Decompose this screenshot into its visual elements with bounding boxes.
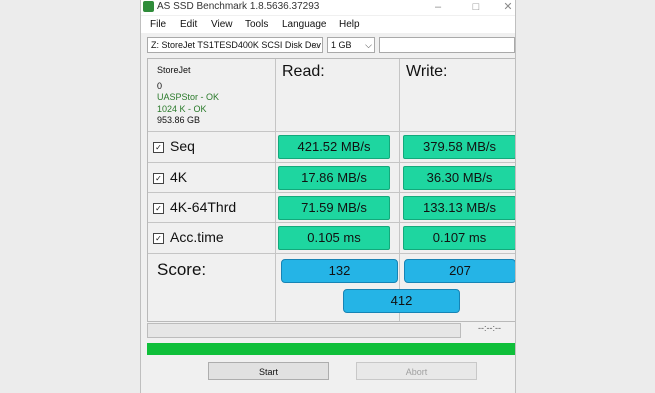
menu-language[interactable]: Language: [282, 18, 327, 31]
menu-view[interactable]: View: [211, 18, 233, 31]
row-acc-time-label: Acc.time: [170, 229, 224, 245]
test-progress-bar: [147, 323, 461, 338]
chevron-down-icon: ⌵: [313, 40, 320, 50]
row-divider: [148, 131, 515, 132]
maximize-button[interactable]: □: [465, 0, 487, 14]
write-score: 207: [404, 259, 515, 283]
checkbox-checked-icon[interactable]: ✓: [153, 173, 164, 184]
row-4k-64thrd-label: 4K-64Thrd: [170, 199, 237, 215]
row-4k-label: 4K: [170, 169, 188, 185]
size-select-value: 1 GB: [331, 40, 352, 50]
size-select[interactable]: 1 GB ⌵: [327, 37, 375, 53]
row-seq[interactable]: ✓ Seq: [153, 138, 195, 154]
menu-help[interactable]: Help: [339, 18, 360, 31]
row-divider: [148, 192, 515, 193]
acc-time-write-value: 0.107 ms: [403, 226, 515, 250]
4k-read-value: 17.86 MB/s: [278, 166, 390, 190]
drive-capacity: 953.86 GB: [157, 115, 201, 125]
seq-write-value: 379.58 MB/s: [403, 135, 515, 159]
alignment-status: 1024 K - OK: [157, 104, 207, 114]
drive-select-value: Z: StoreJet TS1TESD400K SCSI Disk Dev: [151, 40, 321, 50]
overall-progress-bar: [147, 343, 515, 355]
menu-file[interactable]: File: [150, 18, 166, 31]
as-ssd-app-icon: [143, 1, 154, 12]
minimize-button[interactable]: –: [427, 0, 449, 14]
row-seq-label: Seq: [170, 138, 195, 154]
menu-bar: File Edit View Tools Language Help: [141, 16, 515, 33]
4k-write-value: 36.30 MB/s: [403, 166, 515, 190]
screen: { "window": { "title": "AS SSD Benchmark…: [0, 0, 655, 393]
checkbox-checked-icon[interactable]: ✓: [153, 142, 164, 153]
as-ssd-window: AS SSD Benchmark 1.8.5636.37293 – □ ✕ Fi…: [141, 0, 515, 393]
acc-time-read-value: 0.105 ms: [278, 226, 390, 250]
seq-read-value: 421.52 MB/s: [278, 135, 390, 159]
chevron-down-icon: ⌵: [365, 40, 372, 50]
row-divider: [148, 253, 515, 254]
4k-64thrd-write-value: 133.13 MB/s: [403, 196, 515, 220]
elapsed-time: --:--:--: [478, 323, 501, 333]
window-title: AS SSD Benchmark 1.8.5636.37293: [157, 1, 320, 12]
column-divider: [275, 59, 276, 321]
row-4k[interactable]: ✓ 4K: [153, 169, 187, 185]
results-panel: StoreJet 0 UASPStor - OK 1024 K - OK 953…: [147, 58, 515, 322]
menu-tools[interactable]: Tools: [245, 18, 268, 31]
driver-status: UASPStor - OK: [157, 92, 220, 102]
abort-button[interactable]: Abort: [356, 362, 477, 380]
read-column-header: Read:: [282, 63, 325, 80]
write-column-header: Write:: [406, 63, 448, 80]
checkbox-checked-icon[interactable]: ✓: [153, 203, 164, 214]
title-bar: AS SSD Benchmark 1.8.5636.37293 – □ ✕: [141, 0, 515, 15]
menu-edit[interactable]: Edit: [180, 18, 197, 31]
4k-64thrd-read-value: 71.59 MB/s: [278, 196, 390, 220]
overall-progress-fill: [147, 343, 515, 355]
row-acc-time[interactable]: ✓ Acc.time: [153, 229, 224, 245]
toolbar: Z: StoreJet TS1TESD400K SCSI Disk Dev ⌵ …: [141, 34, 515, 56]
drive-select[interactable]: Z: StoreJet TS1TESD400K SCSI Disk Dev ⌵: [147, 37, 323, 53]
drive-name: StoreJet: [157, 65, 191, 75]
checkbox-checked-icon[interactable]: ✓: [153, 233, 164, 244]
row-divider: [148, 162, 515, 163]
path-input[interactable]: [379, 37, 515, 53]
row-divider: [148, 222, 515, 223]
read-score: 132: [281, 259, 398, 283]
row-4k-64thrd[interactable]: ✓ 4K-64Thrd: [153, 199, 236, 215]
score-label: Score:: [157, 260, 207, 279]
drive-info-line: 0: [157, 81, 163, 91]
start-button[interactable]: Start: [208, 362, 329, 380]
close-button[interactable]: ✕: [497, 0, 515, 14]
total-score: 412: [343, 289, 460, 313]
column-divider: [399, 59, 400, 321]
